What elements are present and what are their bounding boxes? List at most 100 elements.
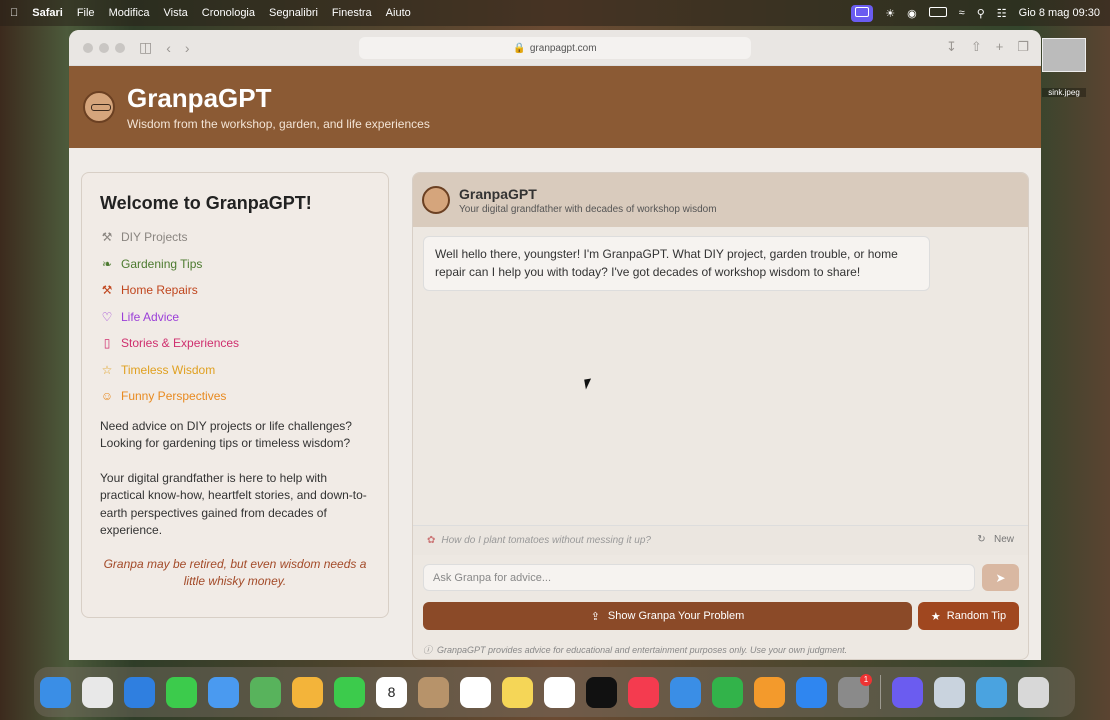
new-label: New [993, 534, 1014, 545]
random-tip-button[interactable]: ★ Random Tip [918, 602, 1019, 630]
show-problem-button[interactable]: ⇪ Show Granpa Your Problem [423, 602, 912, 630]
topic-home-repairs[interactable]: ⚒ Home Repairs [100, 277, 370, 304]
vpn-icon[interactable]: ◉ [907, 7, 917, 20]
star-icon: ☆ [101, 362, 113, 377]
lock-icon: 🔒 [513, 42, 526, 54]
suggestion-text: How do I plant tomatoes without messing … [441, 535, 651, 546]
forward-icon[interactable]: › [185, 40, 190, 56]
contacts-icon[interactable] [418, 676, 449, 708]
facetime-icon[interactable] [334, 676, 365, 708]
topic-stories-experiences[interactable]: ▯ Stories & Experiences [100, 330, 370, 357]
wifi-icon[interactable]: ≈ [959, 7, 965, 19]
reminders-icon[interactable] [460, 676, 491, 708]
calendar-icon[interactable]: 8 [376, 676, 407, 708]
address-bar[interactable]: 🔒 granpagpt.com [359, 37, 751, 59]
menu-datetime[interactable]: Gio 8 mag 09:30 [1019, 7, 1100, 19]
sidebar-toggle-icon[interactable]: ◫ [139, 39, 152, 56]
menu-file[interactable]: File [77, 7, 95, 19]
zoom-window-button[interactable] [115, 42, 125, 53]
intro-paragraph-1: Need advice on DIY projects or life chal… [100, 418, 352, 451]
upload-icon: ⇪ [590, 610, 600, 623]
desktop-file[interactable]: sink.jpeg [1042, 38, 1086, 97]
control-center-icon[interactable]: ☷ [997, 7, 1007, 20]
system-settings-icon[interactable]: 1 [838, 673, 872, 708]
music-icon[interactable] [628, 676, 659, 708]
numbers-icon[interactable] [712, 676, 743, 708]
battery-icon[interactable] [928, 6, 947, 20]
welcome-sidebar: Welcome to GranpaGPT! ⚒ DIY Projects ❧ Gard… [81, 172, 389, 618]
menu-aiuto[interactable]: Aiuto [386, 7, 411, 19]
spotlight-icon[interactable]: ⚲ [977, 7, 985, 20]
apple-icon[interactable]:  [10, 7, 18, 19]
menu-segnalibri[interactable]: Segnalibri [269, 7, 318, 19]
mouse-pointer-icon [584, 378, 593, 390]
brightness-icon[interactable]: ☀ [885, 7, 895, 20]
dock-separator [880, 675, 881, 709]
perplexity-icon[interactable] [892, 676, 923, 708]
maps-icon[interactable] [250, 676, 281, 708]
topic-label: Funny Perspectives [121, 389, 227, 404]
disclaimer-text: ⓘ GranpaGPT provides advice for educatio… [423, 643, 847, 656]
screen-record-icon[interactable] [851, 4, 874, 22]
menu-modifica[interactable]: Modifica [109, 7, 150, 19]
freeform-icon[interactable] [544, 676, 575, 708]
main-content: Welcome to GranpaGPT! ⚒ DIY Projects ❧ Gard… [69, 148, 1041, 660]
download-icon[interactable]: ↧ [946, 39, 957, 55]
menu-finestra[interactable]: Finestra [332, 7, 372, 19]
assistant-message: Well hello there, youngster! I'm GranpaG… [423, 236, 930, 291]
chat-panel: GranpaGPT Your digital grandfather with … [412, 172, 1029, 660]
smile-icon: ☺ [100, 389, 114, 404]
menu-cronologia[interactable]: Cronologia [202, 7, 255, 19]
tv-icon[interactable] [586, 676, 617, 708]
lightbulb-icon: ★ [930, 610, 941, 623]
chat-subtitle: Your digital grandfather with decades of… [459, 203, 717, 215]
send-button[interactable]: ➤ [982, 564, 1019, 591]
show-problem-label: Show Granpa Your Problem [607, 610, 745, 622]
tab-overview-icon[interactable]: ❐ [1017, 39, 1029, 55]
welcome-title: Welcome to GranpaGPT! [100, 193, 312, 213]
file-name: sink.jpeg [1042, 88, 1086, 97]
chat-input[interactable]: Ask Granpa for advice... [423, 564, 975, 591]
disclaimer-label: GranpaGPT provides advice for educationa… [437, 645, 848, 655]
granpa-avatar-icon [422, 186, 450, 214]
back-icon[interactable]: ‹ [166, 40, 171, 56]
mail-icon[interactable] [208, 676, 239, 708]
info-icon: ⓘ [423, 645, 433, 655]
browser-toolbar: ◫ ‹ › 🔒 granpagpt.com ↧ ⇧ + ❐ [69, 30, 1041, 66]
topic-timeless-wisdom[interactable]: ☆ Timeless Wisdom [100, 357, 370, 384]
notes-icon[interactable] [502, 676, 533, 708]
topic-gardening-tips[interactable]: ❧ Gardening Tips [100, 251, 370, 278]
share-icon[interactable]: ⇧ [971, 39, 982, 55]
safari-icon[interactable] [124, 676, 155, 708]
photos-icon[interactable] [292, 676, 323, 708]
launchpad-icon[interactable] [82, 676, 113, 708]
keynote-icon[interactable] [670, 676, 701, 708]
minimize-window-button[interactable] [99, 42, 109, 53]
preview-icon[interactable] [934, 676, 965, 708]
close-window-button[interactable] [83, 42, 93, 53]
menu-bar:  Safari File Modifica Vista Cronologia … [0, 0, 1110, 26]
finder-icon[interactable] [40, 676, 71, 708]
new-suggestion-button[interactable]: ↻ New [977, 534, 1014, 545]
hammer-icon: ⚒ [101, 283, 113, 298]
book-icon: ▯ [103, 336, 111, 351]
messages-icon[interactable] [166, 676, 197, 708]
menu-vista[interactable]: Vista [164, 7, 188, 19]
new-tab-icon[interactable]: + [996, 39, 1004, 55]
topic-diy-projects[interactable]: ⚒ DIY Projects [100, 224, 370, 251]
brain-icon: ✿ [427, 535, 436, 546]
topic-funny-perspectives[interactable]: ☺ Funny Perspectives [100, 383, 370, 410]
intro-paragraph-2: Your digital grandfather is here to help… [100, 470, 367, 538]
topic-label: Life Advice [121, 309, 180, 324]
heart-icon: ♡ [101, 309, 113, 324]
menu-safari[interactable]: Safari [32, 7, 63, 19]
suggestion-bar[interactable]: ✿ How do I plant tomatoes without messin… [413, 525, 1028, 555]
topic-life-advice[interactable]: ♡ Life Advice [100, 304, 370, 331]
granpa-avatar-icon [83, 91, 115, 123]
app-store-icon[interactable] [796, 676, 827, 708]
downloads-folder-icon[interactable] [976, 676, 1007, 708]
trash-icon[interactable] [1018, 676, 1049, 708]
topic-label: Timeless Wisdom [121, 362, 216, 377]
notification-badge: 1 [860, 673, 872, 686]
pages-icon[interactable] [754, 676, 785, 708]
